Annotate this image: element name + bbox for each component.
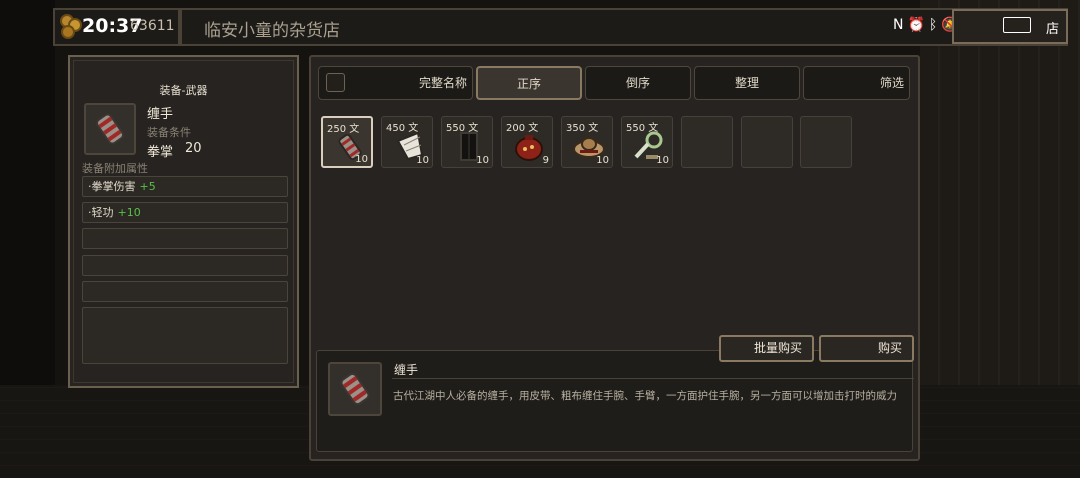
item-price: 450 文	[386, 123, 419, 134]
shop-item-slot[interactable]: 350 文 10	[561, 116, 613, 168]
attribute-value: +5	[139, 180, 156, 193]
coins-icon	[60, 14, 82, 39]
description-title: 缠手	[394, 363, 419, 377]
attribute-name: ·轻功	[88, 206, 114, 219]
attribute-name: ·拳掌伤害	[88, 180, 136, 193]
empty-item-slot[interactable]	[800, 116, 852, 168]
item-price: 250 文	[327, 124, 360, 135]
shop-title: 临安小童的杂货店	[204, 21, 340, 41]
item-name: 缠手	[147, 107, 174, 122]
equipped-item-slot[interactable]	[84, 103, 136, 155]
bluetooth-icon: ᛒ	[928, 17, 942, 33]
attribute-row-empty	[82, 255, 288, 276]
divider	[178, 10, 182, 44]
item-price: 200 文	[506, 123, 539, 134]
description-text: 古代江湖中人必备的缠手，用皮带、粗布缠住手腕、手臂，一方面护住手腕，另一方面可以…	[393, 390, 897, 402]
item-quantity: 10	[416, 155, 429, 166]
wrist-wrap-icon	[95, 113, 125, 145]
full-name-checkbox[interactable]	[326, 73, 345, 92]
description-item-icon-box	[328, 362, 382, 416]
bulk-buy-button[interactable]: 批量购买	[719, 335, 814, 362]
shop-item-slot[interactable]: 250 文 10	[321, 116, 373, 168]
buy-button[interactable]: 购买	[819, 335, 914, 362]
item-price: 550 文	[446, 123, 479, 134]
tab-ascending[interactable]: 正序	[476, 66, 582, 100]
item-quantity: 10	[355, 154, 368, 165]
empty-item-slot[interactable]	[741, 116, 793, 168]
shop-item-slot[interactable]: 200 文 9	[501, 116, 553, 168]
requirement-label: 装备条件	[147, 126, 191, 139]
attribute-value: +10	[117, 206, 141, 219]
empty-item-slot[interactable]	[681, 116, 733, 168]
item-price: 350 文	[566, 123, 599, 134]
requirement-value: 20	[185, 141, 202, 156]
tab-descending[interactable]: 倒序	[585, 66, 691, 100]
attribute-area-empty	[82, 307, 288, 364]
requirement-skill: 拳掌	[147, 145, 174, 160]
item-quantity: 10	[596, 155, 609, 166]
item-quantity: 9	[542, 155, 549, 166]
bonus-attributes-title: 装备附加属性	[82, 162, 148, 175]
attribute-row-empty	[82, 281, 288, 302]
red-pouch-icon	[515, 135, 543, 161]
item-price: 550 文	[626, 123, 659, 134]
close-shop-label: 店	[1046, 22, 1060, 37]
wrist-wrap-icon	[340, 372, 370, 406]
panel-title: 装备-武器	[159, 84, 208, 97]
shop-item-slot[interactable]: 550 文 10	[441, 116, 493, 168]
description-divider	[392, 378, 914, 379]
tab-filter[interactable]: 筛选	[803, 66, 910, 100]
attribute-row: ·拳掌伤害 +5	[82, 176, 288, 197]
money-amount: 63611	[130, 18, 175, 34]
battery-icon	[1003, 17, 1031, 33]
shop-item-slot[interactable]: 550 文 10	[621, 116, 673, 168]
item-quantity: 10	[656, 155, 669, 166]
item-quantity: 10	[476, 155, 489, 166]
attribute-row-empty	[82, 228, 288, 249]
tab-arrange[interactable]: 整理	[694, 66, 800, 100]
nfc-icon: N	[893, 17, 908, 33]
alarm-icon: ⏰	[907, 17, 929, 33]
shop-item-slot[interactable]: 450 文 10	[381, 116, 433, 168]
attribute-row: ·轻功 +10	[82, 202, 288, 223]
